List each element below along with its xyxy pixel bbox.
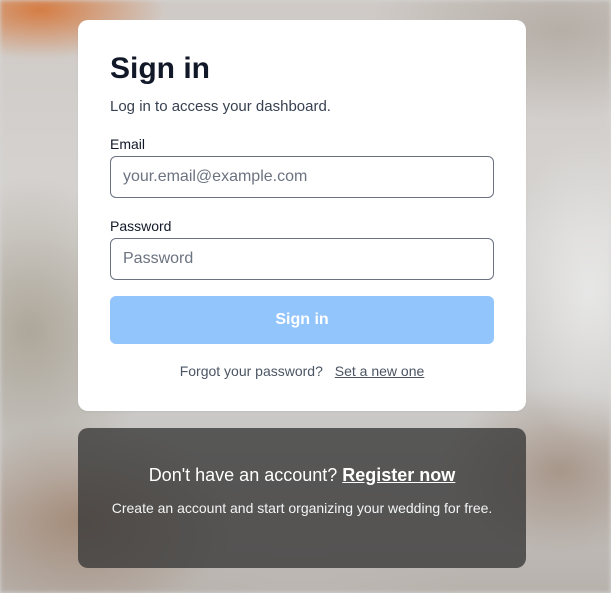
password-label: Password [110, 218, 172, 234]
signin-button[interactable]: Sign in [110, 296, 494, 344]
signin-card: Sign in Log in to access your dashboard.… [78, 20, 526, 411]
register-prompt-row: Don't have an account? Register now [78, 464, 526, 486]
register-link[interactable]: Register now [342, 465, 455, 485]
page-title: Sign in [110, 52, 210, 85]
email-label: Email [110, 136, 146, 152]
register-prompt-text: Don't have an account? [148, 465, 338, 485]
forgot-password-text: Forgot your password? [179, 363, 323, 379]
email-field[interactable] [110, 156, 494, 198]
page-subtitle: Log in to access your dashboard. [110, 98, 331, 115]
password-field[interactable] [110, 238, 494, 280]
register-description: Create an account and start organizing y… [111, 500, 493, 516]
register-panel: Don't have an account? Register now Crea… [78, 428, 526, 568]
reset-password-link[interactable]: Set a new one [335, 363, 425, 379]
forgot-password-row: Forgot your password? Set a new one [78, 362, 526, 380]
